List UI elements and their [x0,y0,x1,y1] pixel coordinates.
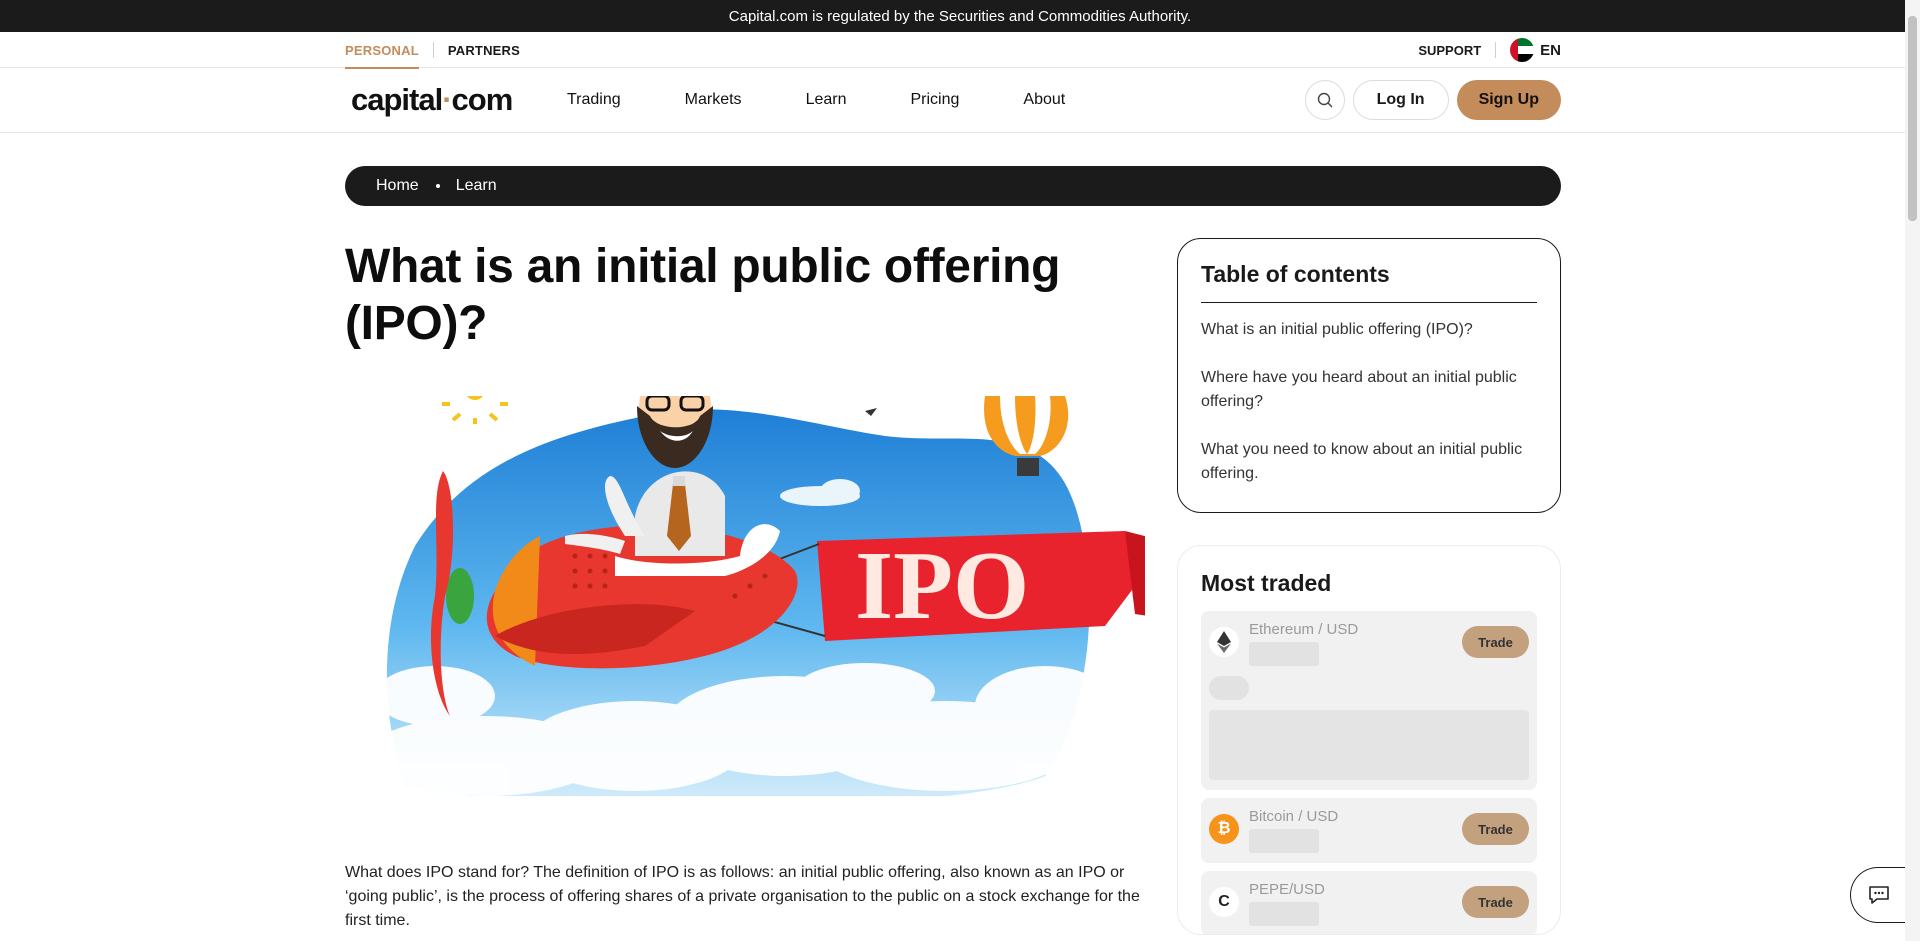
menu-item-trading[interactable]: Trading [567,91,621,109]
market-pair-name: PEPE/USD [1249,881,1325,898]
price-placeholder [1249,902,1319,926]
market-card-bitcoin[interactable]: ₿ Bitcoin / USD Trade [1201,798,1537,863]
breadcrumb-learn[interactable]: Learn [456,177,497,195]
trade-button[interactable]: Trade [1462,626,1529,658]
support-link[interactable]: SUPPORT [1418,43,1481,58]
toc-item[interactable]: Where have you heard about an initial pu… [1201,366,1537,414]
scrollbar-thumb[interactable] [1908,16,1917,221]
page-scrollbar[interactable] [1905,0,1920,941]
capital-com-logo[interactable]: capital·com [345,82,567,118]
market-pair-name: Ethereum / USD [1249,621,1359,638]
top-segment-nav: PERSONAL PARTNERS SUPPORT EN [0,32,1920,69]
trade-button[interactable]: Trade [1462,886,1529,918]
main-menu: Trading Markets Learn Pricing About [567,91,1129,109]
market-pair-name: Bitcoin / USD [1249,808,1339,825]
toc-title: Table of contents [1201,261,1537,303]
login-button[interactable]: Log In [1352,80,1449,120]
bitcoin-icon: ₿ [1209,814,1239,844]
breadcrumb-home[interactable]: Home [376,177,419,195]
chat-icon [1868,886,1889,904]
most-traded-title: Most traded [1201,570,1332,596]
breadcrumb: Home Learn [345,166,1561,206]
regulatory-notice-text: Capital.com is regulated by the Securiti… [728,7,1192,25]
price-placeholder [1249,829,1319,853]
chat-widget-button[interactable] [1850,867,1906,923]
sidebar: Table of contents What is an initial pub… [1177,238,1561,935]
toc-item[interactable]: What is an initial public offering (IPO)… [1201,318,1537,342]
ipo-banner-text: IPO [855,532,1029,640]
toc-item[interactable]: What you need to know about an initial p… [1201,438,1537,486]
main-navigation: capital·com Trading Markets Learn Pricin… [0,68,1920,133]
hero-illustration: IPO [345,396,1145,796]
market-card-ethereum[interactable]: Ethereum / USD Trade [1201,611,1537,790]
language-selector[interactable]: EN [1510,38,1561,62]
table-of-contents: Table of contents What is an initial pub… [1177,238,1561,513]
search-icon [1317,92,1333,108]
trade-button[interactable]: Trade [1462,813,1529,845]
change-placeholder [1209,676,1249,700]
uae-flag-icon [1510,38,1535,62]
segment-partners[interactable]: PARTNERS [434,32,534,68]
price-placeholder [1249,642,1319,666]
search-button[interactable] [1304,80,1345,120]
menu-item-pricing[interactable]: Pricing [910,91,959,109]
most-traded-widget: Most traded Ethereum / USD Trade ₿ Bitco… [1177,545,1561,935]
article: What is an initial public offering (IPO)… [345,238,1145,935]
article-intro-paragraph: What does IPO stand for? The definition … [345,864,1140,929]
regulatory-notice-bar: Capital.com is regulated by the Securiti… [0,0,1920,32]
segment-personal[interactable]: PERSONAL [345,32,433,69]
page-title: What is an initial public offering (IPO)… [345,240,1061,350]
breadcrumb-separator [435,184,440,188]
language-code: EN [1540,41,1561,59]
pepe-icon: C [1209,887,1239,917]
page-body: Home Learn What is an initial public off… [345,166,1561,935]
ethereum-icon [1209,627,1239,657]
signup-button[interactable]: Sign Up [1456,80,1561,120]
market-card-pepe[interactable]: C PEPE/USD Trade [1201,871,1537,934]
menu-item-learn[interactable]: Learn [806,91,847,109]
menu-item-markets[interactable]: Markets [685,91,742,109]
top-right-divider [1495,42,1497,58]
mini-chart-placeholder [1209,710,1529,780]
menu-item-about[interactable]: About [1023,91,1065,109]
